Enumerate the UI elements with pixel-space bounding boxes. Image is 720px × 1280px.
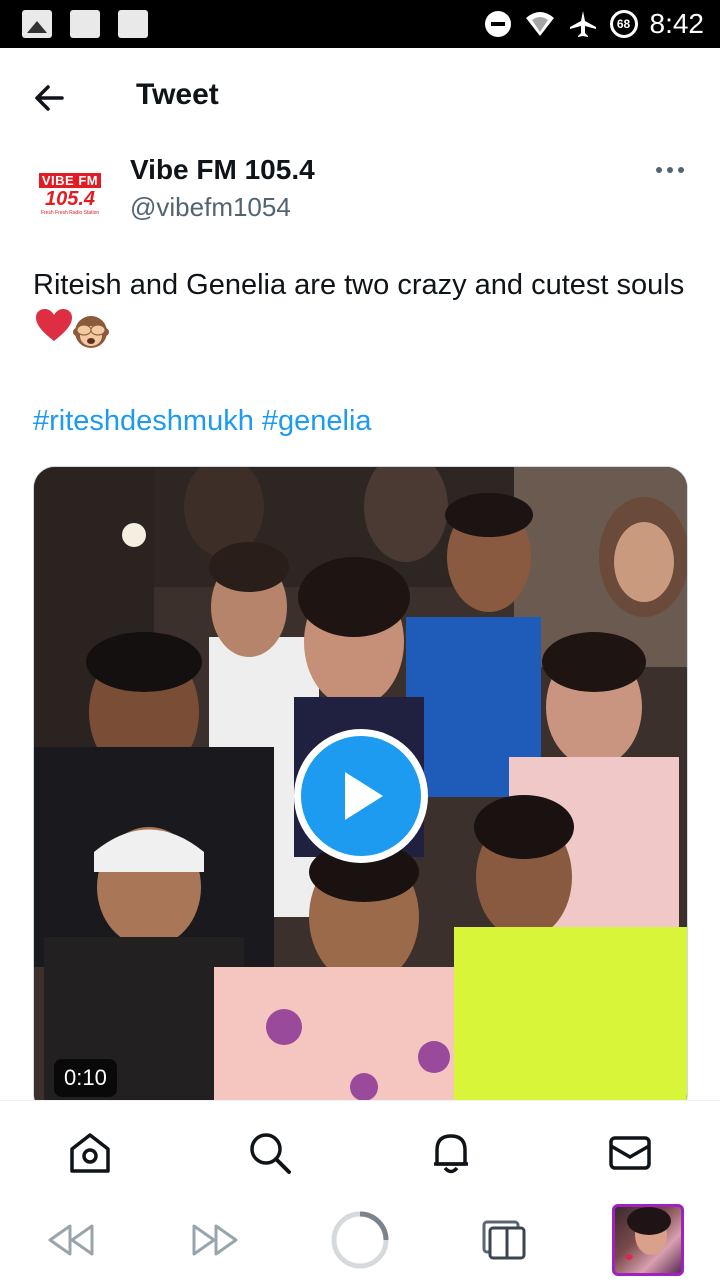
rewind-button[interactable] (40, 1210, 100, 1270)
tabs-button[interactable] (474, 1210, 534, 1270)
loading-button[interactable] (330, 1210, 390, 1270)
author-handle[interactable]: @vibefm1054 (130, 192, 291, 223)
video-media[interactable]: 0:10 (33, 466, 688, 1116)
system-navigation-bar (0, 1200, 720, 1280)
more-options-button[interactable] (652, 160, 688, 180)
dot (678, 167, 684, 173)
logo-top-text: VIBE FM (38, 172, 102, 188)
hashtag-link[interactable]: #genelia (262, 405, 372, 437)
play-button[interactable] (294, 729, 428, 863)
fast-forward-button[interactable] (186, 1210, 246, 1270)
mail-icon (609, 1136, 651, 1170)
status-bar: 68 8:42 (0, 0, 720, 48)
tab-messages[interactable] (606, 1129, 654, 1177)
video-duration: 0:10 (54, 1059, 117, 1097)
bell-icon (434, 1134, 468, 1174)
page-header: Tweet (0, 48, 720, 144)
wifi-icon (524, 10, 556, 38)
fast-forward-icon (192, 1224, 238, 1256)
logo-tagline: Fresh Fresh Radio Station (40, 209, 100, 216)
square-icon (70, 10, 100, 38)
tweet-text: Riteish and Genelia are two crazy and cu… (33, 262, 693, 356)
dot (667, 167, 673, 173)
thumbnail-image (625, 1207, 671, 1260)
tab-notifications[interactable] (427, 1129, 475, 1177)
status-time: 8:42 (649, 8, 705, 39)
app-thumbnail[interactable] (612, 1204, 684, 1276)
hashtag-link[interactable]: #riteshdeshmukh (33, 405, 254, 437)
do-not-disturb-icon (484, 10, 512, 38)
square-icon (118, 10, 148, 38)
play-icon (345, 772, 383, 820)
page-title: Tweet (136, 78, 219, 111)
rewind-icon (48, 1224, 94, 1256)
image-icon (22, 10, 52, 38)
back-button[interactable] (30, 78, 70, 118)
home-icon (70, 1133, 110, 1173)
logo-number: 105.4 (44, 187, 96, 210)
search-icon (250, 1133, 291, 1174)
battery-saver-icon: 68 (609, 10, 638, 38)
loading-icon (331, 1211, 389, 1269)
red-heart-emoji (35, 308, 73, 356)
tweet-body: Riteish and Genelia are two crazy and cu… (33, 269, 685, 301)
tweet-author: VIBE FM 105.4 Fresh Fresh Radio Station … (0, 144, 720, 244)
arrow-left-icon (35, 85, 64, 111)
author-name[interactable]: Vibe FM 105.4 (130, 154, 315, 186)
hashtag-line: #riteshdeshmukh #genelia (33, 398, 372, 444)
tab-search[interactable] (246, 1129, 294, 1177)
avatar[interactable]: VIBE FM 105.4 Fresh Fresh Radio Station (34, 158, 106, 230)
tabs-icon (482, 1220, 526, 1260)
airplane-icon (568, 9, 598, 39)
battery-level: 68 (616, 17, 631, 31)
more-horizontal-icon (656, 167, 662, 173)
tab-home[interactable] (66, 1129, 114, 1177)
bottom-tab-bar (0, 1100, 720, 1200)
see-no-evil-monkey-emoji (73, 314, 109, 350)
